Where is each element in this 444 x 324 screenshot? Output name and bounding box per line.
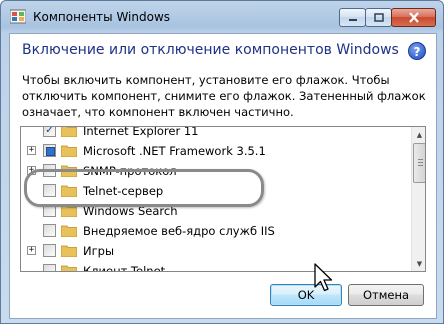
close-icon — [408, 12, 419, 23]
scroll-down-icon[interactable]: ▼ — [412, 256, 425, 271]
scroll-thumb[interactable] — [413, 143, 425, 183]
tree-item-label: Игры — [83, 244, 115, 258]
tree-item-label: Клиент Telnet — [83, 264, 166, 272]
tree-item-label: Internet Explorer 11 — [83, 126, 199, 138]
folder-icon — [61, 145, 77, 157]
grip-line — [418, 165, 423, 166]
tree-item[interactable]: Внедряемое веб-ядро служб IIS — [21, 221, 411, 241]
expand-icon[interactable]: + — [27, 146, 36, 155]
help-icon[interactable]: ? — [408, 42, 426, 60]
checkbox[interactable] — [43, 144, 56, 157]
page-title: Включение или отключение компонентов Win… — [22, 42, 399, 58]
minimize-button[interactable] — [339, 8, 366, 27]
windows-components-icon — [10, 9, 26, 24]
checkbox[interactable]: ✓ — [43, 127, 56, 137]
scroll-up-icon[interactable]: ▲ — [412, 127, 425, 142]
folder-icon — [61, 245, 77, 257]
tree-item-label: Microsoft .NET Framework 3.5.1 — [83, 144, 266, 158]
mouse-pointer-icon — [314, 263, 333, 292]
dialog-body: Включение или отключение компонентов Win… — [9, 33, 437, 319]
checkbox[interactable] — [43, 244, 56, 257]
tree-item[interactable]: + Microsoft .NET Framework 3.5.1 — [21, 141, 411, 161]
grip-line — [418, 162, 423, 163]
folder-icon — [61, 127, 77, 137]
highlight-callout — [24, 169, 264, 207]
window-title: Компоненты Windows — [33, 10, 171, 24]
title-bar[interactable]: Компоненты Windows — [1, 1, 443, 33]
minimize-icon — [348, 18, 357, 21]
cancel-button[interactable]: Отмена — [348, 284, 424, 306]
checkbox[interactable] — [43, 264, 56, 271]
maximize-icon — [373, 12, 384, 22]
maximize-button[interactable] — [365, 8, 392, 27]
tree-item-label: Внедряемое веб-ядро служб IIS — [83, 224, 275, 238]
tree-item[interactable]: Клиент Telnet — [21, 261, 411, 272]
folder-icon — [61, 225, 77, 237]
description-text: Чтобы включить компонент, установите его… — [22, 73, 426, 119]
grip-line — [418, 159, 423, 160]
folder-icon — [61, 265, 77, 271]
expand-icon[interactable]: + — [27, 246, 36, 255]
tree-item[interactable]: ✓ Internet Explorer 11 — [21, 126, 411, 141]
tree-item[interactable]: + Игры — [21, 241, 411, 261]
dialog-window: Компоненты Windows Включение или отключе… — [0, 0, 444, 324]
vertical-scrollbar[interactable]: ▲ ▼ — [411, 127, 425, 271]
close-button[interactable] — [391, 8, 436, 27]
checkbox[interactable] — [43, 224, 56, 237]
